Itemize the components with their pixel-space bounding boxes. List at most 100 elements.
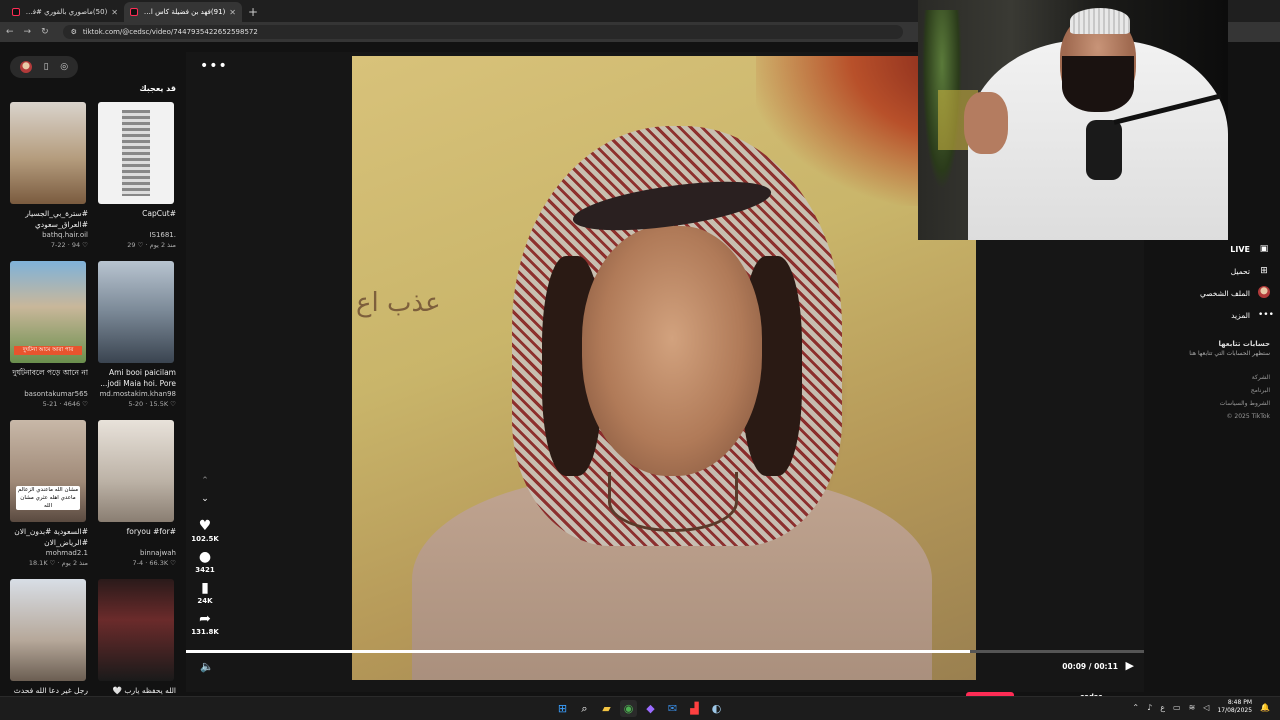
bookmark-icon[interactable]: ▮ <box>201 580 209 596</box>
forward-icon[interactable]: → <box>24 27 32 37</box>
profile-icon <box>1258 285 1270 301</box>
video-thumbnail[interactable]: مشان الله ماعندي الزعالم ماعدي اهله عثري… <box>10 420 86 522</box>
close-tab-icon[interactable]: ✕ <box>229 8 236 17</box>
footer-links: الشركة البرنامج الشروط والسياسات © 2025 … <box>1160 371 1270 423</box>
nav-label: الملف الشخصي <box>1200 288 1250 298</box>
video-thumbnail[interactable] <box>98 579 174 681</box>
more-options-icon[interactable]: ••• <box>200 58 228 74</box>
nav-live[interactable]: LIVE ▣ <box>1160 238 1270 260</box>
back-icon[interactable]: ← <box>6 27 14 37</box>
video-overlay-text: عذب اع <box>356 288 441 318</box>
video-time: 00:09 / 00:11 <box>1062 662 1118 671</box>
upload-icon: ⊞ <box>1260 266 1268 276</box>
screen: (50)ماصوري بالقوري #فواز_حمد ✕ (91)فهد ب… <box>0 0 1280 720</box>
video-meta: 5-20 · 15.5K ♡ <box>128 400 176 408</box>
footer-link-company[interactable]: الشركة <box>1160 371 1270 384</box>
previous-video-icon[interactable]: ⌃ <box>201 476 209 494</box>
compass-icon[interactable]: ◎ <box>60 62 68 72</box>
notification-bell-icon[interactable]: 🔔 <box>1260 703 1270 712</box>
chat-app-icon[interactable]: ◆ <box>642 700 659 717</box>
clock-date: 17/08/2025 <box>1217 707 1253 714</box>
video-actions: ⌃ ⌄ ♥ 102.5K ● 3421 ▮ 24K ➦ 131.8K <box>191 476 219 636</box>
video-author[interactable]: bathq.hair.oil <box>10 230 88 240</box>
video-progress-fill <box>186 650 970 653</box>
video-author[interactable]: basontakumar565 <box>10 389 88 399</box>
video-author[interactable]: mohmad2.1 <box>10 548 88 558</box>
video-card[interactable]: #CapCut IS1681. 29 ♡ · منذ 2 يوم <box>98 102 176 261</box>
microphone-icon[interactable]: ♪ <box>1147 703 1152 712</box>
video-author[interactable]: binnajwah <box>98 548 176 558</box>
video-title: দুর্ঘটনাবলে পড়ে আনে না <box>12 368 88 377</box>
close-tab-icon[interactable]: ✕ <box>111 8 118 17</box>
site-info-icon[interactable]: ⚙ <box>71 28 77 36</box>
video-card[interactable]: #foryou #for binnajwah 7-4 · 66.3K ♡ <box>98 420 176 579</box>
nav-label: تحميل <box>1230 266 1250 276</box>
clock-time: 8:48 PM <box>1227 699 1253 706</box>
user-avatar[interactable] <box>19 61 32 73</box>
new-tab-button[interactable]: + <box>248 5 258 19</box>
video-meta: 18.1K ♡ · منذ 2 يوم <box>28 559 88 567</box>
nav-upload[interactable]: تحميل ⊞ <box>1160 260 1270 282</box>
right-navigation: LIVE ▣ تحميل ⊞ الملف الشخصي المزيد ••• ح… <box>1160 238 1274 423</box>
following-title: حسابات تتابعها <box>1218 340 1270 348</box>
url-text: tiktok.com/@cedsc/video/7447935422652598… <box>82 28 258 36</box>
language-indicator[interactable]: ع <box>1160 703 1165 712</box>
nav-profile[interactable]: الملف الشخصي <box>1160 282 1270 304</box>
outlook-icon[interactable]: ✉ <box>664 700 681 717</box>
comment-action[interactable]: ● 3421 <box>195 549 214 574</box>
video-thumbnail[interactable]: দুর্ঘটনা আমে আরা পার <box>10 261 86 363</box>
taskbar-clock[interactable]: 8:48 PM 17/08/2025 <box>1217 699 1252 715</box>
share-action[interactable]: ➦ 131.8K <box>191 611 219 636</box>
video-card[interactable]: দুর্ঘটনা আমে আরা পার দুর্ঘটনাবলে পড়ে আন… <box>10 261 88 420</box>
video-card[interactable]: #سترة_بي_الجسيار #العراق_سعودي #متجر... … <box>10 102 88 261</box>
like-action[interactable]: ♥ 102.5K <box>191 518 219 543</box>
browser-tab-2[interactable]: (91)فهد بن فضيلة كاس العالم و... ✕ <box>124 2 242 22</box>
nav-more[interactable]: المزيد ••• <box>1160 304 1274 326</box>
chrome-icon[interactable]: ◉ <box>620 700 637 717</box>
capcut-icon[interactable]: ▟ <box>686 700 703 717</box>
file-explorer-icon[interactable]: ▰ <box>598 700 615 717</box>
video-thumbnail[interactable] <box>98 102 174 204</box>
system-tray: ⌃ ♪ ع ▭ ≋ ◁ 8:48 PM 17/08/2025 🔔 <box>1132 699 1270 715</box>
share-icon[interactable]: ➦ <box>199 611 211 627</box>
video-author[interactable]: md.mostakim.khan98 <box>98 389 176 399</box>
tab-title: (50)ماصوري بالقوري #فواز_حمد <box>24 8 108 16</box>
search-icon[interactable]: ⌕ <box>576 700 593 717</box>
left-toolbar: ▯ ◎ <box>10 56 78 78</box>
more-icon: ••• <box>1258 310 1274 320</box>
nav-label: المزيد <box>1231 310 1250 320</box>
tray-overflow-icon[interactable]: ⌃ <box>1132 703 1139 712</box>
video-thumbnail[interactable] <box>98 420 174 522</box>
volume-icon[interactable]: 🔈 <box>200 660 214 673</box>
wifi-icon[interactable]: ≋ <box>1189 703 1196 712</box>
video-thumbnail[interactable] <box>10 579 86 681</box>
phone-icon[interactable]: ▯ <box>44 62 49 72</box>
address-bar[interactable]: ⚙ tiktok.com/@cedsc/video/74479354226525… <box>62 25 903 39</box>
windows-start-icon[interactable]: ⊞ <box>554 700 571 717</box>
steam-icon[interactable]: ◐ <box>708 700 725 717</box>
next-video-icon[interactable]: ⌄ <box>201 494 209 512</box>
video-thumbnail[interactable] <box>98 261 174 363</box>
video-author[interactable]: IS1681. <box>98 230 176 240</box>
video-subject-collar <box>608 472 738 532</box>
comment-icon[interactable]: ● <box>199 549 211 565</box>
bookmark-action[interactable]: ▮ 24K <box>197 580 212 605</box>
reload-icon[interactable]: ↻ <box>41 27 49 37</box>
taskbar-apps: ⊞ ⌕ ▰ ◉ ◆ ✉ ▟ ◐ <box>554 700 725 717</box>
network-icon[interactable]: ▭ <box>1173 703 1181 712</box>
speaker-icon[interactable]: ◁ <box>1203 703 1209 712</box>
play-icon[interactable]: ▶ <box>1126 659 1134 672</box>
video-card[interactable]: Ami booi paicilam jodi Maia hoi. Pore...… <box>98 261 176 420</box>
video-card[interactable]: مشان الله ماعندي الزعالم ماعدي اهله عثري… <box>10 420 88 579</box>
video-thumbnail[interactable] <box>10 102 86 204</box>
suggested-section-title: قد يعجبك <box>139 84 176 93</box>
browser-tab-1[interactable]: (50)ماصوري بالقوري #فواز_حمد ✕ <box>6 2 124 22</box>
streamer-beard <box>1062 56 1134 112</box>
tiktok-favicon-icon <box>130 8 138 16</box>
footer-link-terms[interactable]: الشروط والسياسات <box>1160 397 1270 410</box>
footer-link-program[interactable]: البرنامج <box>1160 384 1270 397</box>
heart-icon[interactable]: ♥ <box>199 518 212 534</box>
video-title: #السعودية #بدون_الان #الرياض_الان #هاشتا… <box>14 527 88 547</box>
video-progress-bar[interactable] <box>186 650 1144 653</box>
video-frame[interactable]: عذب اع <box>352 56 976 680</box>
